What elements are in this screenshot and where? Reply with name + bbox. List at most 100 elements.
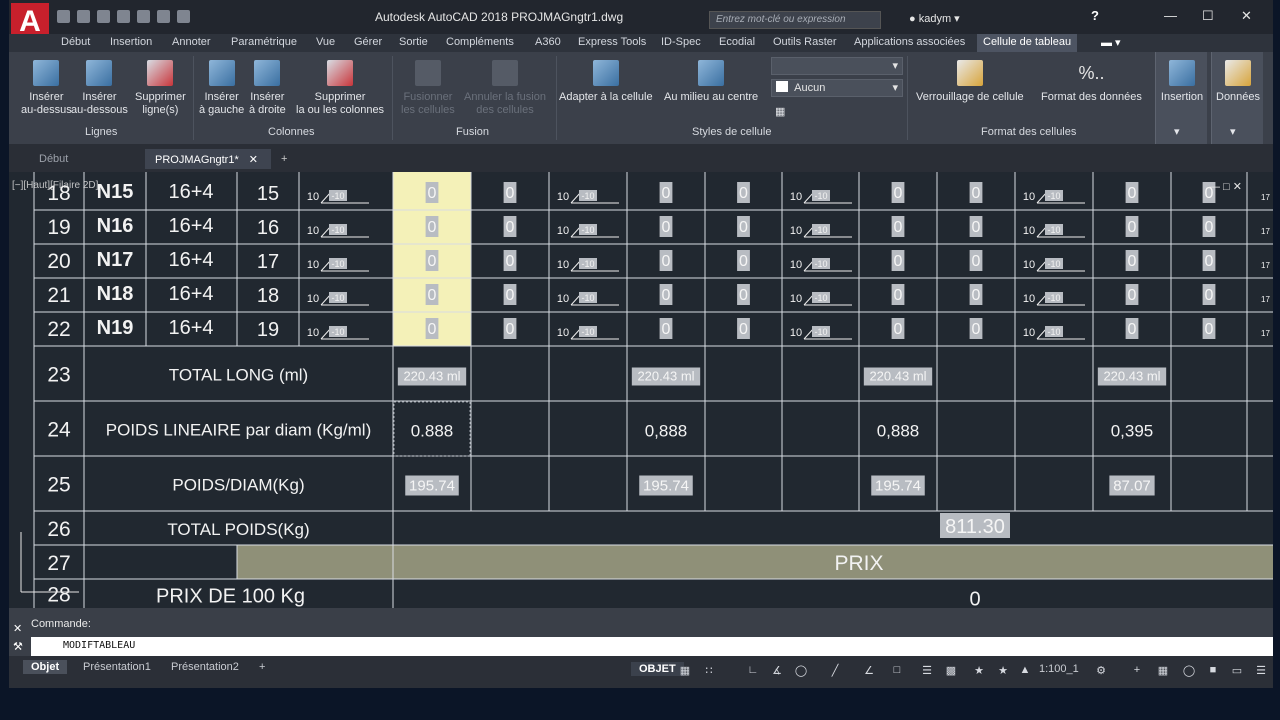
command-window: ✕ ⚒ Commande: MODIFTABLEAU <box>9 608 1273 656</box>
layout-tab-presentation1[interactable]: Présentation1 <box>75 660 159 674</box>
quantity-cell: 0 <box>972 185 981 202</box>
wrench-icon[interactable]: ⚒ <box>13 640 23 653</box>
cell-borders-icon[interactable]: ▦ <box>775 106 785 119</box>
open-file-icon[interactable] <box>77 10 90 23</box>
bar-shape-box-text: -10 <box>331 327 344 337</box>
save-icon[interactable] <box>97 10 110 23</box>
customization-icon[interactable]: ☰ <box>1253 664 1269 680</box>
merge-cells-button[interactable]: Fusionner les cellules <box>401 60 455 117</box>
tab-debut[interactable]: Début <box>61 36 90 48</box>
help-button[interactable]: ? <box>1091 8 1099 23</box>
otrack-icon[interactable]: ╱ <box>827 664 843 680</box>
summary-value-cell: 220.43 ml <box>637 369 694 384</box>
tab-id-spec[interactable]: ID-Spec <box>661 36 701 48</box>
row-number: 21 <box>47 284 70 307</box>
tab-complements[interactable]: Compléments <box>446 36 514 48</box>
polar-icon[interactable]: ∡ <box>769 664 785 680</box>
donnees-button[interactable]: Données <box>1216 60 1260 104</box>
grid-icon[interactable]: ▦ <box>677 664 693 680</box>
annotation-scale-select[interactable]: 1:100_1 <box>1031 662 1087 676</box>
middle-center-button[interactable]: Au milieu au centre <box>664 60 758 104</box>
isodraft-icon[interactable]: ∠ <box>861 664 877 680</box>
plus-icon[interactable]: + <box>1129 664 1145 680</box>
tab-sortie[interactable]: Sortie <box>399 36 428 48</box>
viewport-controls[interactable]: — □ ✕ <box>1209 180 1242 193</box>
cell-background-combo[interactable]: Aucun ▾ <box>771 79 903 97</box>
chevron-down-icon[interactable]: ▾ <box>1230 126 1236 139</box>
fit-to-cell-button[interactable]: Adapter à la cellule <box>559 60 653 104</box>
insert-row-below-button[interactable]: Insérer au-dessous <box>71 60 128 117</box>
close-window-button[interactable]: ✕ <box>1241 8 1252 24</box>
insert-row-above-button[interactable]: Insérer au-dessus <box>21 60 72 117</box>
units-icon[interactable]: ▦ <box>1155 664 1171 680</box>
redo-icon[interactable] <box>177 10 190 23</box>
summary-row-label: TOTAL POIDS(Kg) <box>167 520 309 539</box>
minimize-button[interactable]: — <box>1164 8 1177 23</box>
tab-a360[interactable]: A360 <box>535 36 561 48</box>
delete-columns-button[interactable]: Supprimer la ou les colonnes <box>296 60 384 117</box>
unmerge-cells-icon <box>491 60 518 86</box>
edge-annotation: 17 <box>1261 227 1270 236</box>
chevron-down-icon[interactable]: ▾ <box>1174 126 1180 139</box>
maximize-button[interactable]: ☐ <box>1202 8 1214 24</box>
tab-express-tools[interactable]: Express Tools <box>578 36 646 48</box>
lineweight-icon[interactable]: ☰ <box>919 664 935 680</box>
print-icon[interactable] <box>137 10 150 23</box>
drawing-area[interactable]: 18 N15 16+4 15 10 -10 0 0 10 -10 0 0 10 -10 0 0 10 -10 0 0 1… <box>9 172 1273 608</box>
ortho-icon[interactable]: ∟ <box>745 664 761 680</box>
doc-tab-projmagngtr1[interactable]: PROJMAGngtr1* ✕ <box>145 149 271 169</box>
tab-vue[interactable]: Vue <box>316 36 335 48</box>
hardware-acceleration-icon[interactable]: ◯ <box>1181 664 1197 680</box>
save-as-icon[interactable] <box>117 10 130 23</box>
row-number: 28 <box>47 584 70 607</box>
cell-locking-button[interactable]: Verrouillage de cellule <box>916 60 1024 104</box>
doc-tab-debut[interactable]: Début <box>29 149 78 169</box>
new-tab-icon[interactable]: + <box>271 149 297 169</box>
undo-icon[interactable] <box>157 10 170 23</box>
insertion-button[interactable]: Insertion <box>1160 60 1204 104</box>
donnees-panel[interactable]: Données ▾ <box>1211 52 1263 144</box>
layout-tab-objet[interactable]: Objet <box>23 660 68 674</box>
tab-gerer[interactable]: Gérer <box>354 36 382 48</box>
quantity-cell: 0 <box>1128 287 1137 304</box>
insert-column-right-button[interactable]: Insérer à droite <box>249 60 286 117</box>
delete-rows-icon <box>147 60 174 86</box>
tab-cellule-de-tableau[interactable]: Cellule de tableau <box>977 34 1078 52</box>
osnap-icon[interactable]: ◯ <box>793 664 809 680</box>
tab-parametrique[interactable]: Paramétrique <box>231 36 297 48</box>
layout-tab-presentation2[interactable]: Présentation2 <box>163 660 247 674</box>
tab-applications-associees[interactable]: Applications associées <box>854 36 965 48</box>
delete-rows-button[interactable]: Supprimer ligne(s) <box>135 60 186 117</box>
selection-cycling-icon[interactable]: ▩ <box>943 664 959 680</box>
insert-column-left-button[interactable]: Insérer à gauche <box>199 60 244 117</box>
tab-annoter[interactable]: Annoter <box>172 36 211 48</box>
quantity-cell: 0 <box>894 287 903 304</box>
annotation-autoscale-icon[interactable]: ★ <box>995 664 1011 680</box>
annotation-visibility-icon[interactable]: ★ <box>971 664 987 680</box>
ribbon-options-icon[interactable]: ▬ ▾ <box>1101 36 1121 49</box>
gear-icon[interactable]: ⚙ <box>1093 664 1109 680</box>
new-file-icon[interactable] <box>57 10 70 23</box>
add-layout-icon[interactable]: + <box>251 660 273 674</box>
search-input[interactable]: Entrez mot-clé ou expression <box>709 11 881 29</box>
unmerge-cells-button[interactable]: Annuler la fusion des cellules <box>464 60 546 117</box>
isolate-objects-icon[interactable]: ■ <box>1205 664 1221 680</box>
close-icon[interactable]: ✕ <box>249 154 258 166</box>
clean-screen-icon[interactable]: ▭ <box>1229 664 1245 680</box>
insertion-panel[interactable]: Insertion ▾ <box>1155 52 1207 144</box>
close-icon[interactable]: ✕ <box>13 622 22 635</box>
snap-icon[interactable]: ∷ <box>701 664 717 680</box>
edge-annotation: 17 <box>1261 193 1270 202</box>
dyn-ucs-icon[interactable]: □ <box>889 664 905 680</box>
tab-outils-raster[interactable]: Outils Raster <box>773 36 837 48</box>
command-input[interactable]: MODIFTABLEAU <box>31 637 1273 656</box>
user-account[interactable]: ● kadym ▾ <box>909 12 960 25</box>
viewport-label[interactable]: [−][Haut][Filaire 2D] <box>12 180 98 191</box>
group-separator <box>907 56 908 140</box>
tab-insertion[interactable]: Insertion <box>110 36 152 48</box>
data-format-button[interactable]: %.. Format des données <box>1041 60 1142 104</box>
tab-ecodial[interactable]: Ecodial <box>719 36 755 48</box>
cell-style-combo[interactable]: ▾ <box>771 57 903 75</box>
model-space-button[interactable]: OBJET <box>631 662 684 676</box>
table-canvas[interactable]: 18 N15 16+4 15 10 -10 0 0 10 -10 0 0 10 -10 0 0 10 -10 0 0 1… <box>9 172 1273 608</box>
